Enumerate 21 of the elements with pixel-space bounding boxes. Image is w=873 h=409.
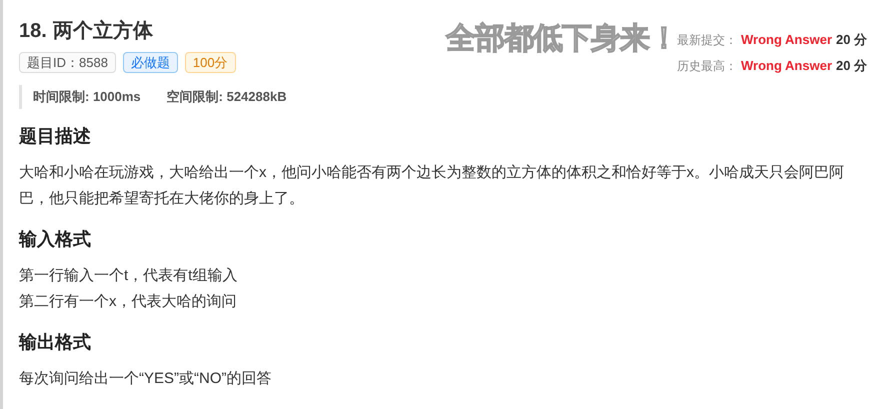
section-heading: 题目描述 — [19, 124, 92, 148]
body-text: 第一行输入一个t，代表有t组输入 — [19, 266, 238, 286]
verdict-link[interactable]: Wrong Answer — [741, 30, 832, 50]
tag: 必做题 — [122, 52, 178, 73]
section-heading: 输出格式 — [19, 330, 92, 354]
problem-title: 两个立方体 — [52, 18, 153, 44]
tag: 100分 — [184, 52, 236, 73]
submission-label: 历史最高： — [677, 58, 737, 74]
limit-text: 时间限制: 1000ms — [33, 88, 141, 106]
verdict-link[interactable]: Wrong Answer — [741, 56, 832, 75]
body-text: 每次询问给出一个“YES”或“NO”的回答 — [19, 368, 272, 388]
score-text: 20 分 — [836, 56, 868, 74]
submission-label: 最新提交： — [677, 32, 737, 49]
section-heading: 输入格式 — [19, 228, 92, 250]
limit-text: 空间限制: 524288kB — [166, 88, 287, 106]
body-text: 大哈和小哈在玩游戏，大哈给出一个x，他问小哈能否有两个边长为整数的立方体的体积之和恰好等于x。小哈成天只会阿巴阿巴，他只能把希望寄托在大佬你的身上了。 — [19, 162, 845, 208]
tag: 题目ID：8588 — [19, 52, 116, 73]
problem-number: 18. — [19, 19, 47, 44]
score-text: 20 分 — [836, 31, 868, 49]
body-text: 第二行有一个x，代表大哈的询问 — [19, 292, 238, 312]
overlay-caption: 全部都低下身来！ — [446, 21, 678, 57]
